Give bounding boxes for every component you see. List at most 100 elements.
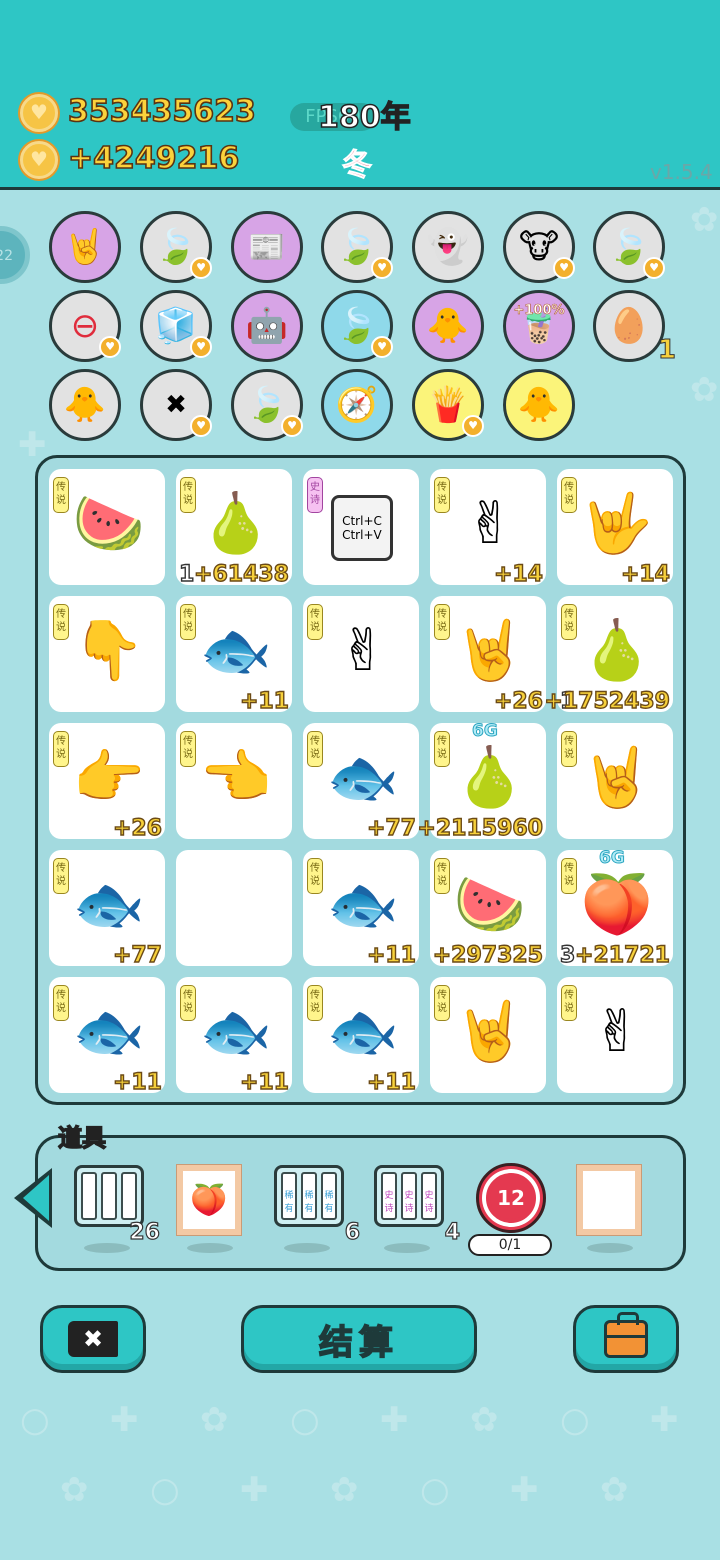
hand-point-right-icon: 👉 [72, 742, 146, 811]
slot-label: 史诗 [381, 1172, 397, 1220]
generation-badge: 6G [472, 721, 499, 742]
buff-egg-tray[interactable]: 🥚 1 [593, 290, 677, 366]
coins-rate: +4249216 [67, 140, 240, 177]
buff-milk-tea[interactable]: 🧋 +100% [503, 290, 575, 362]
fish-icon: 🐟 [72, 869, 146, 938]
prop-shadow [384, 1243, 430, 1253]
buff-delete-tag[interactable]: ✖ ♥ [140, 369, 212, 441]
settle-button[interactable]: 结算 [241, 1305, 477, 1373]
board-cell-fish[interactable]: 传说 🐟 +77 [303, 723, 419, 842]
buff-cow-girls[interactable]: 🐮 ♥ [503, 211, 575, 283]
bg-flower-decoration: ✿ [470, 1400, 499, 1440]
bg-circle-decoration: ○ [290, 1400, 320, 1440]
buff-leaf[interactable]: 🍃 ♥ [231, 369, 303, 441]
fish-icon: 🐟 [199, 996, 273, 1065]
fish-icon: 🐟 [326, 869, 400, 938]
rarity-tag: 传说 [180, 731, 196, 767]
prop-framed-pomelo[interactable]: 🍑 [177, 1165, 247, 1253]
rarity-tag: 传说 [434, 858, 450, 894]
board-cell-hand-peace-down[interactable]: 传说 ✌ +14 [430, 469, 546, 588]
buff-chick-egg[interactable]: 🐥 [412, 290, 484, 362]
board-cell-hand-point-down[interactable]: 传说 👇 [49, 596, 165, 712]
prop-epic-slots[interactable]: 史诗 史诗 史诗 4 [374, 1165, 461, 1253]
buff-compass[interactable]: 🧭 [321, 369, 393, 441]
props-title: 道具 [57, 1123, 106, 1152]
generation-badge: 6G [599, 848, 626, 869]
board-cell-hand-rock-up[interactable]: 传说 🤘 [430, 977, 546, 1093]
buff-sugar-cubes[interactable]: 🧊 ♥ [140, 290, 212, 362]
buff-rock-hand[interactable]: 🤘 [49, 211, 121, 283]
fish-icon: 🐟 [72, 996, 146, 1065]
buff-leaf[interactable]: 🍃 ♥ [321, 211, 393, 283]
prop-count: 6 [344, 1219, 361, 1245]
hand-rock-icon: 🤟 [580, 488, 654, 557]
hand-point-left-icon: 👈 [199, 742, 273, 811]
buff-minus-circle[interactable]: ⊖ ♥ [49, 290, 121, 362]
heart-badge-icon: ♥ [99, 336, 121, 358]
board-cell-watermelon[interactable]: 传说 🍉 [49, 469, 165, 585]
board-cell-pear[interactable]: 传说 🍐 6G +2115960 [417, 721, 546, 842]
delete-button[interactable]: ✖ [40, 1305, 146, 1373]
prop-empty-frame[interactable] [577, 1165, 647, 1253]
slot-label: 稀有 [301, 1172, 317, 1220]
target-progress: 0/1 [468, 1234, 552, 1256]
rarity-tag: 传说 [561, 604, 577, 640]
prop-blank-slots[interactable]: 26 [74, 1165, 161, 1253]
side-drawer-button[interactable]: 22 [0, 226, 30, 284]
board-cell-hand-point-left[interactable]: 传说 👈 [176, 723, 292, 839]
board-cell-fish[interactable]: 传说 🐟 +11 [303, 850, 419, 969]
bg-flower-decoration: ✿ [690, 370, 719, 410]
bg-circle-decoration: ○ [150, 1470, 180, 1510]
heart-badge-icon: ♥ [371, 336, 393, 358]
board-cell-pomelo[interactable]: 传说 🍑 6G 3 +21721 [557, 848, 673, 969]
buff-leaf[interactable]: 🍃 ♥ [321, 290, 393, 362]
board-cell-fish[interactable]: 传说 🐟 +11 [303, 977, 419, 1096]
bg-circle-decoration: ○ [560, 1400, 590, 1440]
buff-robot-ghost[interactable]: 🤖 [231, 290, 303, 362]
board-cell-pear[interactable]: 传说 🍐 1 +1752439 [544, 596, 673, 715]
pear-icon: 🍐 [580, 615, 654, 684]
buff-ghost[interactable]: 👻 [412, 211, 484, 283]
watermelon-icon: 🍉 [453, 869, 527, 938]
buff-chick-egg[interactable]: 🐥 [49, 369, 121, 441]
hand-rock-up-icon: 🤘 [453, 996, 527, 1065]
buff-leaf[interactable]: 🍃 ♥ [593, 211, 665, 283]
hand-rock-up-icon: 🤘 [580, 742, 654, 811]
heart-badge-icon: ♥ [281, 415, 303, 437]
bg-cross-decoration: ✚ [650, 1400, 679, 1440]
prop-shadow [84, 1243, 130, 1253]
board-cell-hand-rock[interactable]: 传说 🤟 +14 [557, 469, 673, 588]
version-label: v1.5.4 [650, 160, 713, 184]
board-cell-pear[interactable]: 传说 🍐 1 +61438 [176, 469, 292, 588]
buff-leaf[interactable]: 🍃 ♥ [140, 211, 212, 283]
watermelon-icon: 🍉 [72, 488, 146, 557]
props-scroll-left-button[interactable] [14, 1168, 52, 1228]
item-income: +14 [620, 561, 670, 587]
board-cell-empty[interactable] [176, 850, 292, 966]
prop-shadow [284, 1243, 330, 1253]
board-cell-hand-point-right[interactable]: 传说 👉 +26 [49, 723, 165, 842]
board-cell-fish[interactable]: 传说 🐟 +77 [49, 850, 165, 969]
prop-rare-slots[interactable]: 稀有 稀有 稀有 6 [274, 1165, 361, 1253]
board-cell-fish[interactable]: 传说 🐟 +11 [176, 596, 292, 715]
rarity-tag: 传说 [434, 985, 450, 1021]
prop-target[interactable]: 12 [476, 1163, 546, 1233]
buff-fries[interactable]: 🍟 ♥ [412, 369, 484, 441]
board-cell-hand-peace-down[interactable]: 传说 ✌ [303, 596, 419, 712]
board-cell-hand-peace-down[interactable]: 传说 ✌ [557, 977, 673, 1093]
board-cell-hand-rock-up[interactable]: 传说 🤘 +26 [430, 596, 546, 715]
rarity-tag: 传说 [307, 604, 323, 640]
board-cell-fish[interactable]: 传说 🐟 +11 [176, 977, 292, 1096]
rarity-tag: 传说 [53, 604, 69, 640]
board-cell-watermelon[interactable]: 传说 🍉 +297325 [430, 850, 546, 969]
inventory-button[interactable] [573, 1305, 679, 1373]
rarity-tag: 传说 [180, 604, 196, 640]
board-cell-copy-paste[interactable]: 史诗 Ctrl+C Ctrl+V [303, 469, 419, 585]
board-cell-hand-rock-up[interactable]: 传说 🤘 [557, 723, 673, 839]
rarity-tag: 传说 [307, 858, 323, 894]
item-income: +11 [239, 688, 289, 714]
season-label: 冬 [342, 148, 373, 184]
board-cell-fish[interactable]: 传说 🐟 +11 [49, 977, 165, 1096]
buff-chick-egg[interactable]: 🐥 [503, 369, 575, 441]
buff-time-magazine[interactable]: 📰 [231, 211, 303, 283]
